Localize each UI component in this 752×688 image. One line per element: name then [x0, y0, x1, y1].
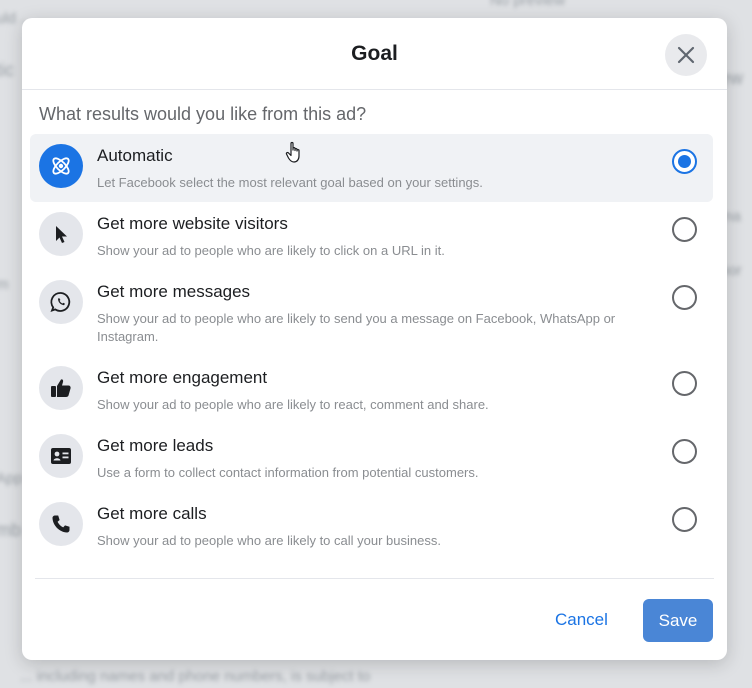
radio-calls[interactable] [672, 507, 697, 532]
option-leads[interactable]: Get more leads Use a form to collect con… [30, 424, 713, 492]
radio-leads[interactable] [672, 439, 697, 464]
footer-divider [35, 578, 714, 579]
goal-question: What results would you like from this ad… [39, 104, 367, 124]
option-title: Get more messages [97, 282, 251, 301]
option-title: Get more leads [97, 436, 214, 455]
option-messages[interactable]: Get more messages Show your ad to people… [30, 270, 713, 356]
close-button[interactable] [665, 34, 707, 76]
close-icon [677, 46, 695, 64]
option-engagement[interactable]: Get more engagement Show your ad to peop… [30, 356, 713, 424]
radio-messages[interactable] [672, 285, 697, 310]
phone-icon [39, 502, 83, 546]
hand-cursor-icon [285, 141, 300, 163]
option-description: Show your ad to people who are likely to… [97, 397, 489, 412]
option-title: Get more engagement [97, 368, 268, 387]
option-description: Let Facebook select the most relevant go… [97, 175, 483, 190]
option-website-visitors[interactable]: Get more website visitors Show your ad t… [30, 202, 713, 270]
dialog-title: Goal [351, 42, 398, 65]
cancel-button[interactable]: Cancel [555, 610, 608, 630]
option-title: Get more calls [97, 504, 207, 523]
option-automatic[interactable]: Automatic Let Facebook select the most r… [30, 134, 713, 202]
option-description: Show your ad to people who are likely to… [97, 243, 445, 258]
option-description: Use a form to collect contact informatio… [97, 465, 479, 480]
option-calls[interactable]: Get more calls Show your ad to people wh… [30, 492, 713, 560]
radio-website-visitors[interactable] [672, 217, 697, 242]
goal-options-list: Automatic Let Facebook select the most r… [30, 134, 713, 560]
contact-card-icon [39, 434, 83, 478]
atom-icon [39, 144, 83, 188]
option-title: Automatic [97, 146, 173, 165]
dialog-header: Goal [22, 18, 727, 90]
thumbs-up-icon [39, 366, 83, 410]
option-description: Show your ad to people who are likely to… [97, 533, 441, 548]
cursor-icon [39, 212, 83, 256]
whatsapp-icon [39, 280, 83, 324]
save-button[interactable]: Save [643, 599, 713, 642]
option-title: Get more website visitors [97, 214, 288, 233]
goal-dialog: Goal What results would you like from th… [22, 18, 727, 660]
radio-automatic[interactable] [672, 149, 697, 174]
radio-engagement[interactable] [672, 371, 697, 396]
option-description: Show your ad to people who are likely to… [97, 311, 616, 344]
